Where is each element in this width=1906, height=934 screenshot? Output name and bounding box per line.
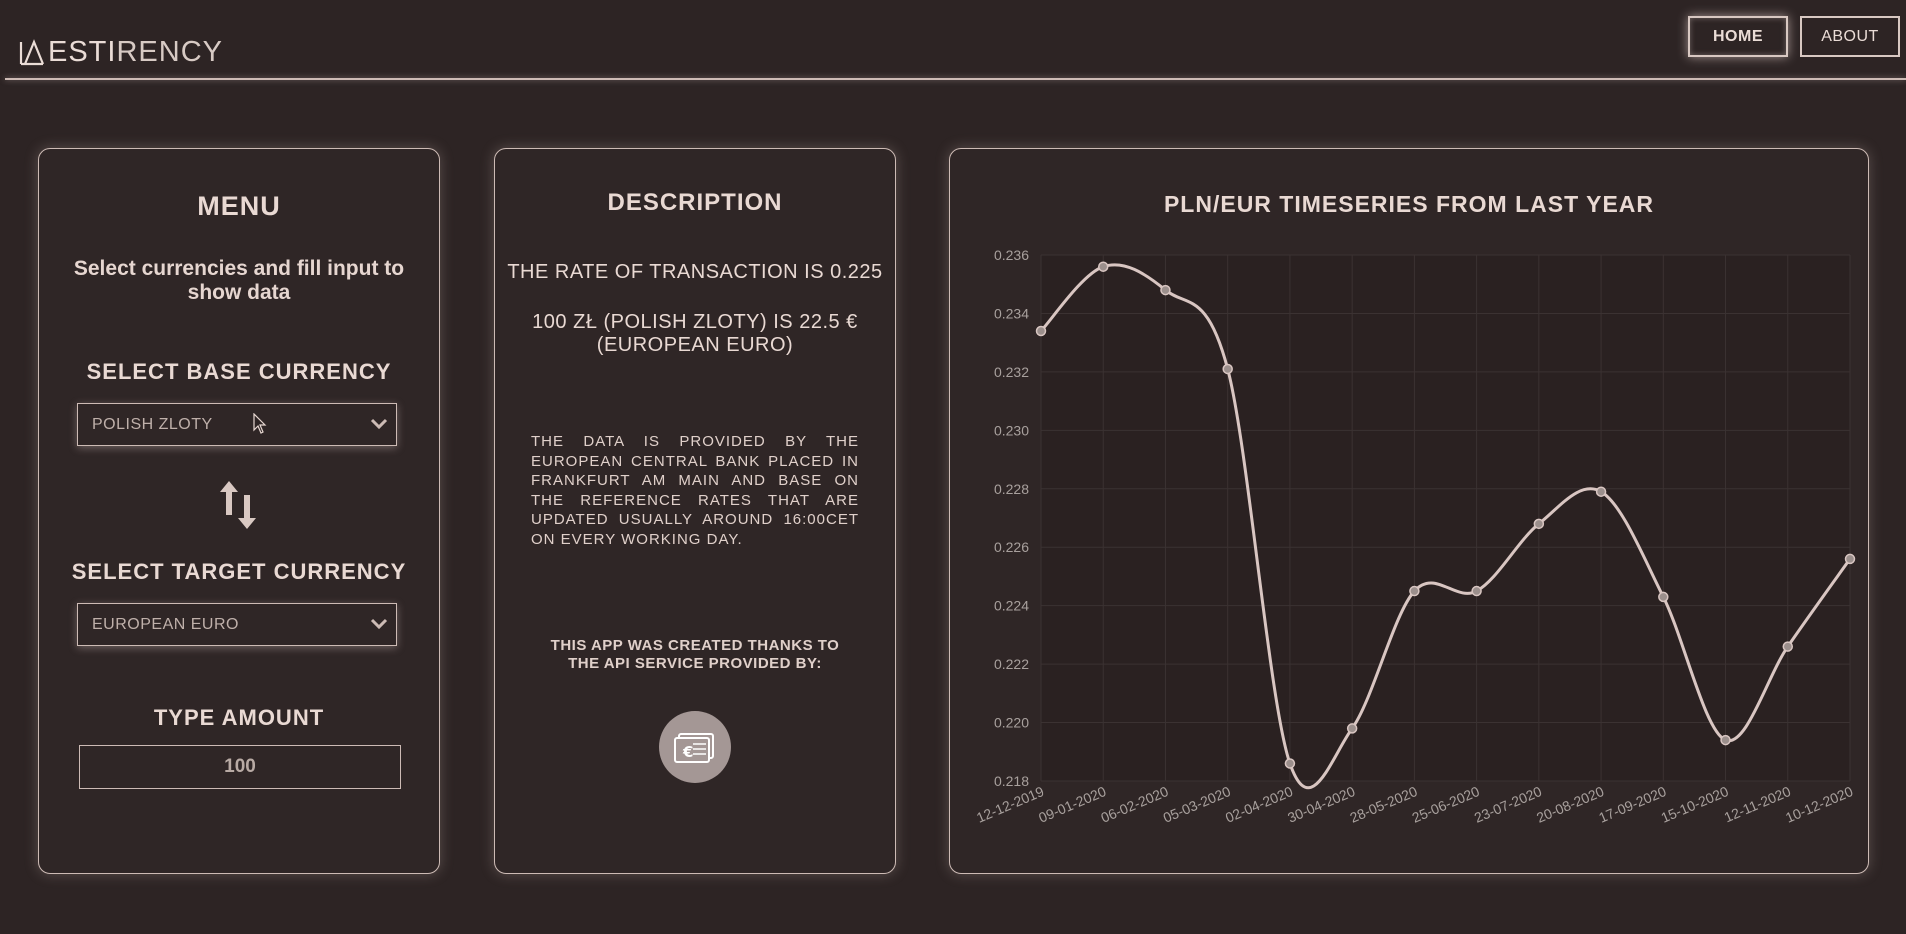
y-tick-label: 0.230 [994,422,1029,438]
y-tick-label: 0.228 [994,481,1029,497]
target-currency-select[interactable]: EUROPEAN EURO [77,603,397,646]
swap-arrows-icon[interactable] [217,479,259,531]
amount-input[interactable]: 100 [79,745,401,789]
description-panel: DESCRIPTION THE RATE OF TRANSACTION IS 0… [494,148,896,874]
chart-panel: PLN/EUR TIMESERIES FROM LAST YEAR 0.236 0… [949,148,1869,874]
x-tick-label: 06-02-2020 [1098,783,1170,826]
data-source-text: THE DATA IS PROVIDED BY THE EUROPEAN CEN… [531,433,859,548]
data-point [1097,261,1109,272]
x-tick-label: 25-06-2020 [1410,783,1482,826]
y-tick-label: 0.232 [994,364,1029,380]
y-tick-label: 0.236 [994,247,1029,263]
data-point [1346,723,1358,734]
logo-text-first: ESTI [48,35,117,68]
menu-panel: MENU Select currencies and fill input to… [38,148,440,874]
data-point [1844,553,1856,565]
menu-subtitle: Select currencies and fill input to show… [73,257,405,304]
data-point [1595,486,1607,497]
euro-banknote-icon: € [674,733,714,763]
api-credit-text: THIS APP WAS CREATED THANKS TO THE API S… [550,637,840,672]
y-tick-label: 0.224 [994,598,1029,614]
mouse-cursor-icon [253,413,267,434]
target-currency-value: EUROPEAN EURO [92,615,239,633]
x-tick-label: 23-07-2020 [1472,783,1544,826]
data-point [1409,585,1420,597]
y-tick-label: 0.218 [994,773,1029,789]
conversion-text: 100 ZŁ (POLISH ZLOTY) IS 22.5 € (EUROPEA… [532,311,858,356]
data-point [1160,284,1171,296]
x-tick-label: 10-12-2020 [1783,783,1855,826]
top-nav: HOME ABOUT [1688,16,1900,57]
y-tick-label: 0.226 [994,539,1029,555]
y-tick-label: 0.220 [994,715,1029,731]
svg-text:€: € [682,743,693,761]
x-tick-label: 02-04-2020 [1223,783,1295,826]
y-tick-label: 0.222 [994,656,1029,672]
data-point [1222,363,1233,375]
x-tick-label: 12-12-2019 [974,783,1046,826]
data-point [1782,641,1794,652]
timeseries-chart: 0.236 0.234 0.232 0.230 0.228 0.226 0.224 0.222… [974,247,1856,826]
header: ESTI RENCY HOME ABOUT [0,0,1906,80]
data-point [1284,758,1296,769]
x-tick-label: 05-03-2020 [1161,783,1233,826]
logo-text-second: RENCY [116,35,223,68]
base-currency-select[interactable]: POLISH ZLOTY [77,403,397,446]
header-divider [5,78,1906,80]
rate-text: THE RATE OF TRANSACTION IS 0.225 [507,261,883,283]
x-tick-label: 09-01-2020 [1036,783,1108,826]
x-tick-label: 17-09-2020 [1596,783,1668,826]
data-point [1533,518,1545,530]
x-tick-label: 30-04-2020 [1285,783,1357,826]
chevron-down-icon [370,618,388,630]
x-tick-label: 28-05-2020 [1347,783,1419,826]
description-title: DESCRIPTION [607,189,783,216]
api-provider-logo[interactable]: € [659,711,731,783]
base-currency-label: SELECT BASE CURRENCY [86,359,392,384]
base-currency-value: POLISH ZLOTY [92,415,213,433]
data-point [1035,325,1047,337]
menu-title: MENU [197,191,281,221]
x-tick-label: 15-10-2020 [1659,783,1731,826]
data-point [1720,734,1731,746]
data-point [1658,591,1669,603]
target-currency-label: SELECT TARGET CURRENCY [71,559,407,584]
data-point [1471,585,1482,597]
amount-label: TYPE AMOUNT [153,705,325,730]
y-tick-label: 0.234 [994,305,1029,321]
x-tick-label: 12-11-2020 [1722,783,1793,825]
about-button[interactable]: ABOUT [1800,16,1900,57]
chevron-down-icon [370,418,388,430]
logo[interactable]: ESTI RENCY [18,36,223,68]
x-tick-label: 20-08-2020 [1534,783,1606,826]
logo-icon [19,39,45,66]
plot-area [1041,255,1850,781]
home-button[interactable]: HOME [1688,16,1788,57]
